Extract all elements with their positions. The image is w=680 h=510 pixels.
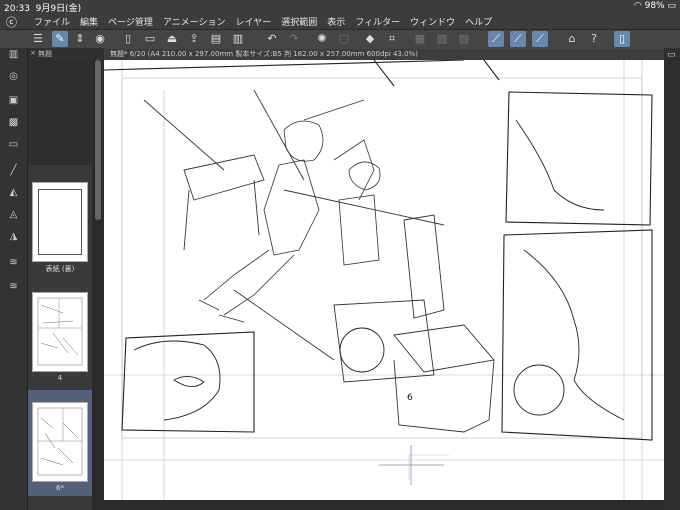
battery-indicator: ◠ 98% ▭	[634, 1, 676, 11]
clear-icon[interactable]: ▢	[336, 31, 352, 47]
menu-page[interactable]: ページ管理	[108, 15, 153, 28]
new-file-icon[interactable]: ▯	[120, 31, 136, 47]
export-icon[interactable]: ⇪	[186, 31, 202, 47]
save-icon[interactable]: ⏏	[164, 31, 180, 47]
page-thumbnail[interactable]	[32, 292, 88, 372]
page-manager-panel: 表紙 (裏) 4 6*	[28, 60, 92, 510]
tab-close-icon[interactable]: ×	[30, 49, 36, 57]
wifi-icon: ◠	[633, 1, 642, 11]
menu-list: ファイル 編集 ページ管理 アニメーション レイヤー 選択範囲 表示 フィルター…	[34, 15, 492, 28]
hat-icon[interactable]: ⌂	[564, 31, 580, 47]
status-bar: 20:33 9月9日(金) ◠ 98% ▭	[0, 0, 680, 14]
tab-layer-name: 無題	[38, 50, 52, 58]
frame-tool-icon[interactable]: ▭	[7, 138, 20, 151]
tool-strip: ▥ ◎ ▣ ▩ ▭ ╱ ◭ ◬ ◮ ≋ ≋	[0, 48, 28, 510]
menu-window[interactable]: ウィンドウ	[410, 15, 455, 28]
panel-empty-area	[28, 60, 92, 165]
scroll-thumb[interactable]	[95, 60, 101, 220]
time-text: 20:33	[4, 4, 30, 14]
page-label: 表紙 (裏)	[45, 265, 75, 273]
help-icon[interactable]: ?	[586, 31, 602, 47]
menu-animation[interactable]: アニメーション	[163, 15, 226, 28]
right-panel-strip: ▭	[664, 48, 680, 510]
date-text: 9月9日(金)	[35, 4, 82, 14]
loading-icon[interactable]: ✺	[314, 31, 330, 47]
pen-tool-icon[interactable]: ✎	[52, 31, 68, 47]
crop-icon[interactable]: ⌗	[384, 31, 400, 47]
record-icon[interactable]: ◉	[92, 31, 108, 47]
page-thumbnail-selected[interactable]	[32, 402, 88, 482]
pen-icon[interactable]: ╱	[7, 164, 20, 177]
page-label: 4	[57, 374, 63, 382]
menu-file[interactable]: ファイル	[34, 15, 70, 28]
zoom-icon[interactable]: ◎	[7, 70, 20, 83]
fill-bucket-icon[interactable]: ◭	[7, 186, 20, 199]
status-time: 20:33 9月9日(金)	[4, 1, 81, 14]
menu-layer[interactable]: レイヤー	[236, 15, 272, 28]
menu-view[interactable]: 表示	[327, 15, 345, 28]
menu-help[interactable]: ヘルプ	[465, 15, 492, 28]
transform-icon[interactable]: ▨	[456, 31, 472, 47]
battery-text: 98%	[644, 1, 665, 11]
device-icon[interactable]: ▯	[614, 31, 630, 47]
page-panel-scrollbar[interactable]	[93, 60, 103, 510]
document-title-bar[interactable]: 無題* 6/20 (A4 210.00 x 297.00mm 製本サイズ:B5 …	[104, 49, 664, 60]
pencil-icon[interactable]: ⟋	[532, 31, 548, 47]
undo-icon[interactable]: ↶	[264, 31, 280, 47]
selection-tool-icon[interactable]: ▩	[7, 116, 20, 129]
document-title: 無題* 6/20 (A4 210.00 x 297.00mm 製本サイズ:B5 …	[110, 50, 418, 58]
page-icon[interactable]: ▤	[208, 31, 224, 47]
drawing-canvas[interactable]: 6	[104, 60, 664, 500]
redo-icon[interactable]: ↷	[286, 31, 302, 47]
panel-toggle-icon[interactable]: ▭	[667, 50, 676, 60]
page-copy-icon[interactable]: ▥	[230, 31, 246, 47]
menu-bar: ⓒ ファイル 編集 ページ管理 アニメーション レイヤー 選択範囲 表示 フィル…	[0, 14, 680, 29]
panel-number: 6	[407, 393, 413, 403]
open-folder-icon[interactable]: ▭	[142, 31, 158, 47]
eraser-icon[interactable]: ◬	[7, 208, 20, 221]
tool-palette-icon[interactable]: ▥	[7, 48, 20, 61]
selection-icon[interactable]: ▧	[434, 31, 450, 47]
sketch-drawing: 6	[104, 60, 664, 500]
battery-icon: ▭	[667, 1, 676, 11]
layer-move-icon[interactable]: ▣	[7, 94, 20, 107]
page-label: 6*	[56, 484, 64, 492]
ruler-icon[interactable]: ⟋	[488, 31, 504, 47]
grid-icon[interactable]: ▦	[412, 31, 428, 47]
brush-tool-icon[interactable]: ◮	[7, 230, 20, 243]
command-bar: ☰ ✎ ⇕ ◉ ▯ ▭ ⏏ ⇪ ▤ ▥ ↶ ↷ ✺ ▢ ◆ ⌗ ▦ ▧ ▨ ⟋ …	[0, 29, 680, 50]
hamburger-icon[interactable]: ☰	[30, 31, 46, 47]
canvas-bottom-bar	[104, 500, 664, 510]
page-panel-tab[interactable]: × 無題	[28, 48, 103, 60]
brush-icon[interactable]: ⟋	[510, 31, 526, 47]
fill-icon[interactable]: ◆	[362, 31, 378, 47]
menu-selection[interactable]: 選択範囲	[281, 15, 317, 28]
menu-edit[interactable]: 編集	[80, 15, 98, 28]
clip-studio-icon[interactable]: ⓒ	[6, 14, 17, 30]
menu-filter[interactable]: フィルター	[355, 15, 400, 28]
chevron-up-down-icon[interactable]: ⇕	[72, 31, 88, 47]
layers-icon[interactable]: ≋	[7, 256, 20, 269]
page-thumbnail[interactable]	[32, 182, 88, 262]
stack-icon[interactable]: ≋	[7, 280, 20, 293]
